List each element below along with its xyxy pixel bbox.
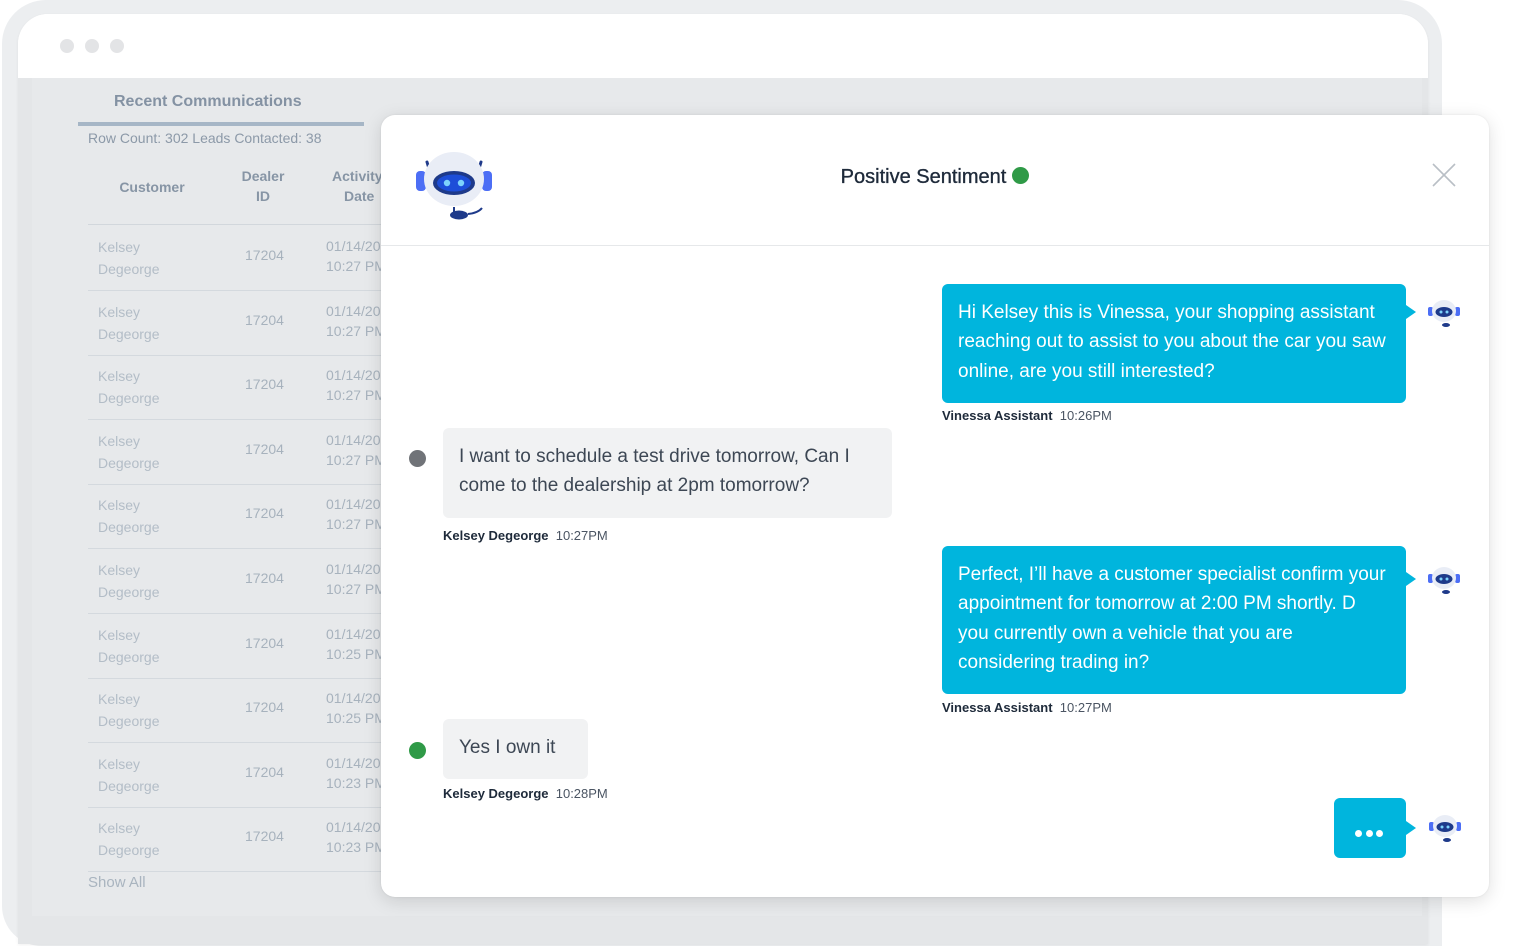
customer-first-name: Kelsey (98, 432, 141, 449)
conversation-modal: Positive Sentiment Hi Kelsey this is Vin… (381, 115, 1489, 897)
message-time: 10:27PM (1059, 700, 1112, 715)
table-header-divider (88, 224, 408, 225)
dealer-id-cell: 17204 (245, 311, 284, 328)
sentiment-indicator-dot (1012, 167, 1030, 184)
modal-header: Positive Sentiment (381, 115, 1489, 246)
tab-label: Recent Communications (114, 93, 302, 110)
customer-status-dot (409, 450, 426, 467)
customer-last-name: Degeorge (98, 713, 160, 730)
dealer-id-cell: 17204 (245, 763, 284, 780)
customer-first-name: Kelsey (98, 368, 141, 385)
typing-indicator-bubble (1334, 798, 1416, 858)
dealer-id-cell: 17204 (245, 247, 284, 263)
tab-recent-communications[interactable]: Recent Communications (78, 78, 364, 126)
column-header-customer[interactable]: Customer (102, 177, 202, 197)
row-count-summary: Row Count: 302 Leads Contacted: 38 (88, 130, 322, 146)
customer-name-cell: Kelsey Degeorge (98, 624, 188, 668)
customer-first-name: Kelsey (98, 497, 141, 514)
customer-name-cell: Kelsey Degeorge (98, 236, 188, 280)
customer-last-name: Degeorge (98, 261, 160, 277)
dealer-id-cell: 17204 (245, 570, 284, 586)
customer-last-name: Degeorge (98, 648, 160, 665)
window-close-dot[interactable] (60, 39, 74, 53)
table-row[interactable]: Kelsey Degeorge 17204 01/14/2022 10:27 PM (88, 355, 418, 421)
customer-name-cell: Kelsey Degeorge (98, 365, 188, 409)
customer-last-name: Degeorge (98, 325, 160, 342)
column-header-dealer-id[interactable]: Dealer ID (228, 166, 298, 206)
message-meta: Kelsey Degeorge 10:28PM (443, 786, 608, 801)
customer-name-cell: Kelsey Degeorge (98, 301, 188, 345)
message-meta: Vinessa Assistant 10:26PM (942, 408, 1112, 423)
customer-last-name: Degeorge (98, 584, 160, 600)
assistant-message-bubble: Hi Kelsey this is Vinessa, your shopping… (942, 284, 1416, 403)
robot-avatar-icon (1428, 567, 1460, 594)
message-time: 10:28PM (555, 786, 608, 801)
window-maximize-dot[interactable] (110, 39, 124, 53)
customer-first-name: Kelsey (98, 562, 141, 578)
customer-name-cell: Kelsey Degeorge (98, 559, 188, 603)
customer-first-name: Kelsey (98, 626, 141, 643)
customer-last-name: Degeorge (98, 519, 160, 536)
robot-avatar-icon (1429, 815, 1461, 842)
customer-last-name: Degeorge (98, 390, 160, 407)
show-all-link[interactable]: Show All (88, 874, 146, 891)
customer-last-name: Degeorge (98, 777, 160, 794)
dealer-id-cell: 17204 (245, 699, 284, 716)
customer-last-name: Degeorge (98, 454, 160, 471)
message-sender: Kelsey Degeorge (443, 786, 549, 801)
modal-title-wrap: Positive Sentiment (381, 166, 1489, 189)
table-row[interactable]: Kelsey Degeorge 17204 01/14/2022 10:23 PM (88, 743, 418, 808)
customer-first-name: Kelsey (98, 755, 141, 772)
dealer-id-cell: 17204 (245, 634, 284, 651)
message-meta: Vinessa Assistant 10:27PM (942, 700, 1112, 715)
table-row[interactable]: Kelsey Degeorge 17204 01/14/2022 10:23 PM (88, 807, 418, 873)
column-header-dealer-line2: ID (256, 188, 270, 204)
customer-first-name: Kelsey (98, 239, 141, 255)
customer-message-bubble: I want to schedule a test drive tomorrow… (443, 428, 892, 518)
customer-name-cell: Kelsey Degeorge (98, 494, 188, 538)
window-minimize-dot[interactable] (85, 39, 99, 53)
table-row[interactable]: Kelsey Degeorge 17204 01/14/2022 10:27 PM (88, 291, 418, 356)
dealer-id-cell: 17204 (245, 505, 284, 522)
dealer-id-cell: 17204 (245, 828, 284, 845)
message-sender: Kelsey Degeorge (443, 528, 549, 543)
column-header-dealer-line1: Dealer (241, 168, 285, 184)
robot-avatar-icon (1428, 300, 1460, 327)
message-sender: Vinessa Assistant (942, 700, 1053, 715)
window-titlebar (18, 14, 1428, 78)
table-row[interactable]: Kelsey Degeorge 17204 01/14/2022 10:25 PM (88, 614, 418, 679)
customer-name-cell: Kelsey Degeorge (98, 817, 188, 861)
customer-name-cell: Kelsey Degeorge (98, 430, 188, 474)
customer-first-name: Kelsey (98, 691, 141, 708)
customer-name-cell: Kelsey Degeorge (98, 688, 188, 732)
customer-last-name: Degeorge (98, 842, 160, 859)
message-meta: Kelsey Degeorge 10:27PM (443, 528, 608, 543)
table-row[interactable]: Kelsey Degeorge 17204 01/14/2022 10:27 PM (88, 420, 418, 485)
customer-status-dot (409, 742, 426, 759)
customer-first-name: Kelsey (98, 820, 141, 837)
dealer-id-cell: 17204 (245, 376, 284, 393)
customer-first-name: Kelsey (98, 303, 141, 320)
table-row[interactable]: Kelsey Degeorge 17204 01/14/2022 10:27 PM (88, 226, 418, 291)
message-sender: Vinessa Assistant (942, 408, 1053, 423)
assistant-message-bubble: Perfect, I’ll have a customer specialist… (942, 546, 1416, 694)
table-row[interactable]: Kelsey Degeorge 17204 01/14/2022 10:27 PM (88, 484, 418, 550)
table-row[interactable]: Kelsey Degeorge 17204 01/14/2022 10:25 PM (88, 678, 418, 744)
message-time: 10:26PM (1059, 408, 1112, 423)
typing-dots-icon (1355, 824, 1387, 842)
message-time: 10:27PM (555, 528, 608, 543)
customer-message-bubble: Yes I own it (443, 719, 588, 779)
table-row[interactable]: Kelsey Degeorge 17204 01/14/2022 10:27 PM (88, 549, 418, 614)
close-icon[interactable] (1430, 161, 1458, 189)
customer-name-cell: Kelsey Degeorge (98, 753, 188, 797)
modal-title: Positive Sentiment (840, 166, 1007, 188)
dealer-id-cell: 17204 (245, 440, 284, 457)
